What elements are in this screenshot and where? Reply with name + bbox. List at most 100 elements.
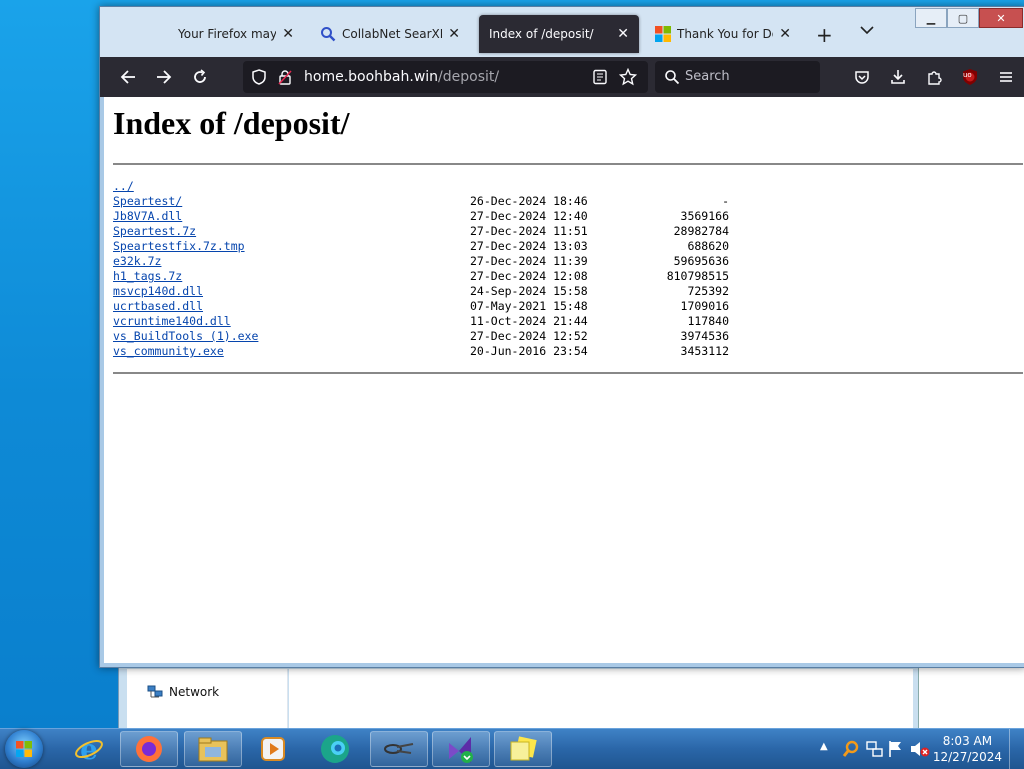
url-path: /deposit/ [438,69,500,85]
file-size: 725392 [687,284,729,298]
tab-collabnet-searxng[interactable]: CollabNet SearXNG ✕ [310,15,470,53]
network-icon [147,685,163,698]
file-link[interactable]: Speartestfix.7z.tmp [113,239,245,254]
list-all-tabs-button[interactable] [860,23,874,39]
system-clock[interactable]: 8:03 AM 12/27/2024 [933,733,1002,765]
file-link[interactable]: vs_BuildTools (1).exe [113,329,258,344]
search-icon [321,27,336,42]
file-date: 27-Dec-2024 12:52 [470,329,588,343]
tab-close-icon[interactable]: ✕ [282,26,294,42]
tab-thank-you-download[interactable]: Thank You for Down ✕ [645,15,801,53]
reader-view-icon[interactable] [592,69,608,85]
taskbar-firefox[interactable] [120,731,178,767]
new-tab-button[interactable]: + [816,23,833,47]
bookmark-star-icon[interactable] [619,68,637,86]
file-link[interactable]: vcruntime140d.dll [113,314,231,329]
ublock-origin-button[interactable]: uo [958,65,982,89]
file-size: 117840 [687,314,729,328]
snipping-tool-icon [384,743,414,754]
taskbar-media-player[interactable] [244,731,302,767]
pocket-icon [855,71,869,84]
file-size: 1709016 [680,299,729,313]
file-link[interactable]: Speartest/ [113,194,182,209]
file-date: 11-Oct-2024 21:44 [470,314,588,328]
firefox-icon [136,736,162,762]
pocket-button[interactable] [850,65,874,89]
url-host: home.boohbah.win [304,69,439,85]
divider [113,372,1023,374]
download-icon [891,70,905,84]
svg-text:e: e [80,734,98,764]
extensions-button[interactable] [922,65,946,89]
file-date: 07-May-2021 15:48 [470,299,588,313]
visual-studio-installer-icon [449,737,473,763]
taskbar-edge-app[interactable] [306,731,364,767]
taskbar-visual-studio-installer[interactable] [432,731,490,767]
start-button[interactable] [5,730,43,768]
taskbar-internet-explorer[interactable]: e [60,731,118,767]
search-icon [665,70,680,85]
volume-muted-icon[interactable] [910,740,930,758]
file-size: 3569166 [680,209,729,223]
window-controls: ▁ ▢ ✕ [915,8,1023,28]
lock-insecure-icon[interactable] [277,69,293,85]
forward-button[interactable] [152,65,176,89]
close-icon: ✕ [996,11,1006,25]
tab-bar: ▁ ▢ ✕ Your Firefox may sta ✕ CollabNet S… [100,7,1024,57]
chevron-down-icon [860,26,874,35]
file-date: 20-Jun-2016 23:54 [470,344,588,358]
file-link[interactable]: Jb8V7A.dll [113,209,182,224]
tab-index-deposit[interactable]: Index of /deposit/ ✕ [479,15,639,53]
url-bar[interactable]: home.boohbah.win/deposit/ [243,61,648,93]
reload-button[interactable] [188,65,212,89]
tab-close-icon[interactable]: ✕ [448,26,460,42]
explorer-nav-item-network[interactable]: Network [147,685,219,699]
file-link[interactable]: h1_tags.7z [113,269,182,284]
tab-close-icon[interactable]: ✕ [617,26,629,42]
explorer-nav-pane [127,669,288,729]
background-explorer-window[interactable]: Network [118,662,922,734]
file-link[interactable]: ucrtbased.dll [113,299,203,314]
file-link[interactable]: Speartest.7z [113,224,196,239]
taskbar-file-explorer[interactable] [184,731,242,767]
close-window-button[interactable]: ✕ [979,8,1023,28]
file-date: 27-Dec-2024 13:03 [470,239,588,253]
tab-label: Thank You for Down [677,27,773,41]
file-size: 810798515 [666,269,729,283]
tab-label: CollabNet SearXNG [342,27,442,41]
maximize-button[interactable]: ▢ [947,8,979,28]
explorer-content-pane [289,669,913,729]
arrow-left-icon [120,70,135,84]
search-bar[interactable]: Search [655,61,820,93]
minimize-icon: ▁ [926,11,936,25]
search-tray-icon[interactable] [842,740,860,758]
network-tray-icon[interactable] [866,740,884,758]
url-text[interactable]: home.boohbah.win/deposit/ [304,69,499,85]
tab-close-icon[interactable]: ✕ [779,26,791,42]
background-window-right[interactable] [918,662,1024,728]
show-desktop-button[interactable] [1009,729,1024,769]
show-hidden-icons-button[interactable]: ▲ [820,741,828,752]
shield-icon[interactable] [251,69,267,85]
file-link[interactable]: e32k.7z [113,254,161,269]
microsoft-logo-icon [655,26,671,42]
folder-icon [198,737,228,762]
action-center-flag-icon[interactable] [888,740,904,758]
explorer-nav-label: Network [169,685,220,699]
taskbar-sticky-notes[interactable] [494,731,552,767]
parent-directory-link[interactable]: ../ [113,179,134,194]
navigation-toolbar: home.boohbah.win/deposit/ Search uo [100,57,1024,97]
tab-label: Index of /deposit/ [489,27,594,41]
taskbar-snipping-tool[interactable] [370,731,428,767]
system-tray: ▲ 8:03 AM 12/27/2024 [812,729,1024,769]
tab-firefox-update[interactable]: Your Firefox may sta ✕ [168,15,304,53]
app-menu-button[interactable] [994,65,1018,89]
downloads-button[interactable] [886,65,910,89]
file-link[interactable]: msvcp140d.dll [113,284,203,299]
firefox-window[interactable]: ▁ ▢ ✕ Your Firefox may sta ✕ CollabNet S… [99,6,1024,668]
back-button[interactable] [116,65,140,89]
file-date: 24-Sep-2024 15:58 [470,284,588,298]
file-link[interactable]: vs_community.exe [113,344,224,359]
file-date: 26-Dec-2024 18:46 [470,194,588,208]
minimize-button[interactable]: ▁ [915,8,947,28]
